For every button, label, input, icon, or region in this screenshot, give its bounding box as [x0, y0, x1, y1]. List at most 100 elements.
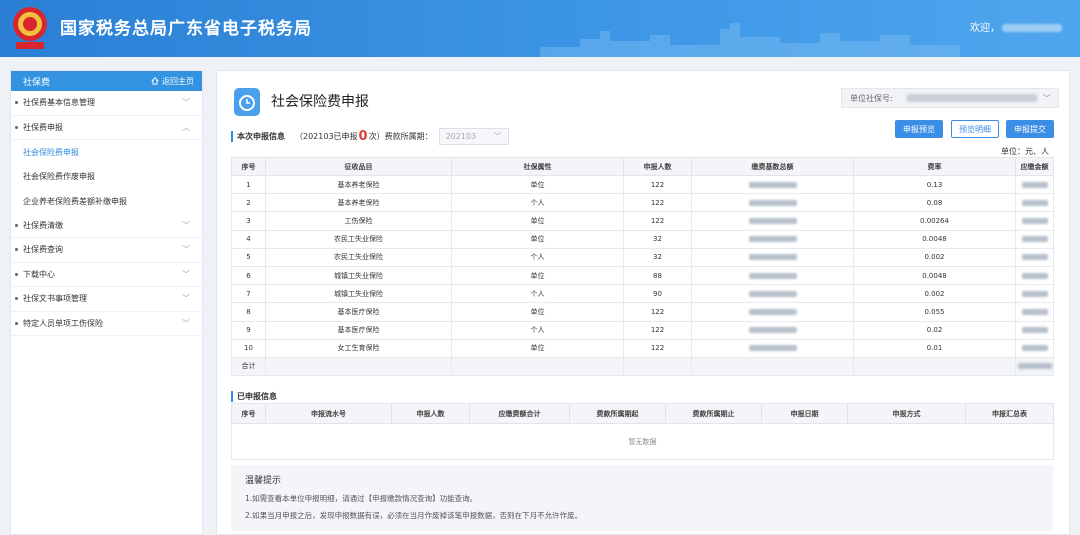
cell-item: 基本医疗保险 [265, 320, 452, 340]
cell-rate: 0.0048 [853, 265, 1016, 286]
skyline-decoration [540, 23, 960, 57]
home-icon [151, 77, 159, 85]
sidebar-subitem-void-declaration[interactable]: 社会保险费作废申报 [11, 165, 202, 190]
preview-detail-button[interactable]: 预览明细 [951, 120, 999, 138]
blurred-value [1021, 181, 1048, 188]
sidebar-item-query[interactable]: 社保费查询 ﹀ [11, 238, 202, 263]
blurred-value [1021, 290, 1048, 297]
blurred-value [748, 217, 797, 224]
chevron-up-icon: ︿ [182, 122, 190, 132]
cell-rate: 0.13 [853, 174, 1016, 195]
table-row: 3 工伤保险 单位 122 0.00264 [231, 211, 1054, 231]
sidebar-item-clearance[interactable]: 社保费清缴 ﹀ [11, 214, 202, 238]
col-header: 申报方式 [847, 403, 966, 424]
total-cell [623, 356, 692, 377]
unit-social-security-select[interactable]: 单位社保号: ﹀ [841, 88, 1059, 108]
cell-attr: 单位 [451, 211, 624, 231]
chevron-down-icon: ﹀ [1042, 93, 1051, 103]
blurred-value [1021, 217, 1048, 224]
cell-attr: 个人 [451, 320, 624, 340]
col-header: 申报汇总表 [965, 403, 1054, 424]
cell-rate: 0.08 [853, 193, 1016, 213]
cell-no: 2 [231, 193, 266, 213]
cell-count: 122 [623, 174, 692, 195]
cell-count: 122 [623, 211, 692, 231]
cell-attr: 单位 [451, 338, 624, 358]
blurred-value [1021, 308, 1048, 315]
cell-rate: 0.00264 [853, 211, 1016, 231]
welcome-label: 欢迎， [970, 23, 1000, 34]
table-row: 10 女工生育保险 单位 122 0.01 [231, 338, 1054, 358]
bullet-icon [15, 297, 18, 301]
cell-amount-blurred [1015, 174, 1054, 195]
sidebar-item-label: 社保费查询 [23, 245, 63, 255]
cell-count: 32 [623, 247, 692, 267]
cell-amount-blurred [1015, 284, 1054, 304]
top-header: 国家税务总局广东省电子税务局 欢迎， [0, 0, 1080, 57]
total-cell [853, 356, 1016, 377]
sidebar-subitem-insurance-declaration[interactable]: 社会保险费申报 [11, 140, 202, 165]
declaration-preview-button[interactable]: 申报预览 [895, 120, 943, 138]
bullet-icon [15, 223, 18, 227]
cell-amount-blurred [1015, 302, 1054, 322]
cell-base-blurred [691, 320, 854, 340]
table-header-row: 序号 征收品目 社保属性 申报人数 缴费基数总额 费率 应缴金额 [231, 157, 1054, 176]
table-row: 6 城镇工失业保险 单位 88 0.0048 [231, 265, 1054, 286]
cell-amount-blurred [1015, 338, 1054, 358]
declared-table: 序号 申报流水号 申报人数 应缴费额合计 费款所属期起 费款所属期止 申报日期 … [231, 403, 1054, 460]
tips-line: 2.如果当月申报之后，发现申报数据有误，必须在当月作废掉该笔申报数据，否则在下月… [245, 511, 583, 520]
unit-label: 单位：元、人 [1001, 147, 1049, 156]
cell-no: 3 [231, 211, 266, 231]
cell-count: 32 [623, 229, 692, 249]
cell-base-blurred [691, 265, 854, 286]
cell-no: 4 [231, 229, 266, 249]
chevron-down-icon: ﹀ [182, 245, 190, 255]
col-header: 社保属性 [451, 157, 624, 176]
sidebar-subitem-pension-difference[interactable]: 企业养老保险费差额补缴申报 [11, 189, 202, 214]
sidebar-header: 社保费 返回主页 [11, 71, 202, 91]
cell-count: 90 [623, 284, 692, 304]
table-row: 4 农民工失业保险 单位 32 0.0048 [231, 229, 1054, 249]
chevron-down-icon: ﹀ [182, 269, 190, 279]
table-row: 9 基本医疗保险 个人 122 0.02 [231, 320, 1054, 340]
declared-info-title: 已申报信息 [237, 392, 277, 401]
cell-rate: 0.002 [853, 284, 1016, 304]
blurred-value [1021, 199, 1048, 206]
cell-no: 9 [231, 320, 266, 340]
declaration-submit-button[interactable]: 申报提交 [1006, 120, 1054, 138]
cell-item: 工伤保险 [265, 211, 452, 231]
cell-count: 122 [623, 338, 692, 358]
return-home-link[interactable]: 返回主页 [151, 76, 194, 87]
blurred-value [748, 308, 797, 315]
declared-info-heading: 已申报信息 [231, 391, 277, 402]
cell-item: 基本养老保险 [265, 174, 452, 195]
sidebar-item-basic-info[interactable]: 社保费基本信息管理 ﹀ [11, 91, 202, 116]
cell-count: 122 [623, 320, 692, 340]
tips-title: 温馨提示 [245, 476, 282, 486]
empty-text: 暂无数据 [231, 423, 1054, 460]
sidebar-item-label: 社保费基本信息管理 [23, 98, 95, 108]
cell-item: 基本医疗保险 [265, 302, 452, 322]
sidebar-item-documents[interactable]: 社保文书事项管理 ﹀ [11, 287, 202, 312]
period-select[interactable]: 202103 ﹀ [438, 127, 509, 145]
blurred-value [748, 327, 797, 334]
cell-attr: 个人 [451, 247, 624, 267]
cell-item: 城镇工失业保险 [265, 284, 452, 304]
col-header: 申报人数 [391, 403, 470, 424]
cell-attr: 单位 [451, 265, 624, 286]
col-header: 申报流水号 [265, 403, 392, 424]
sidebar-item-declaration[interactable]: 社保费申报 ︿ [11, 116, 202, 140]
sidebar-item-work-injury[interactable]: 特定人员单项工伤保险 ﹀ [11, 312, 202, 336]
cell-base-blurred [691, 229, 854, 249]
blurred-value [748, 236, 797, 243]
tips-line: 1.如需查看本单位申报明细，请通过【申报缴款情况查询】功能查询。 [245, 494, 478, 503]
sidebar-item-download[interactable]: 下载中心 ﹀ [11, 263, 202, 287]
table-row: 2 基本养老保险 个人 122 0.08 [231, 193, 1054, 213]
cell-count: 122 [623, 302, 692, 322]
page-title: 社会保险费申报 [271, 94, 369, 110]
tax-emblem-icon [13, 7, 47, 49]
bullet-icon [15, 101, 18, 105]
user-name-blurred[interactable] [1002, 24, 1062, 32]
col-header: 序号 [231, 403, 266, 424]
blurred-value [748, 181, 797, 188]
